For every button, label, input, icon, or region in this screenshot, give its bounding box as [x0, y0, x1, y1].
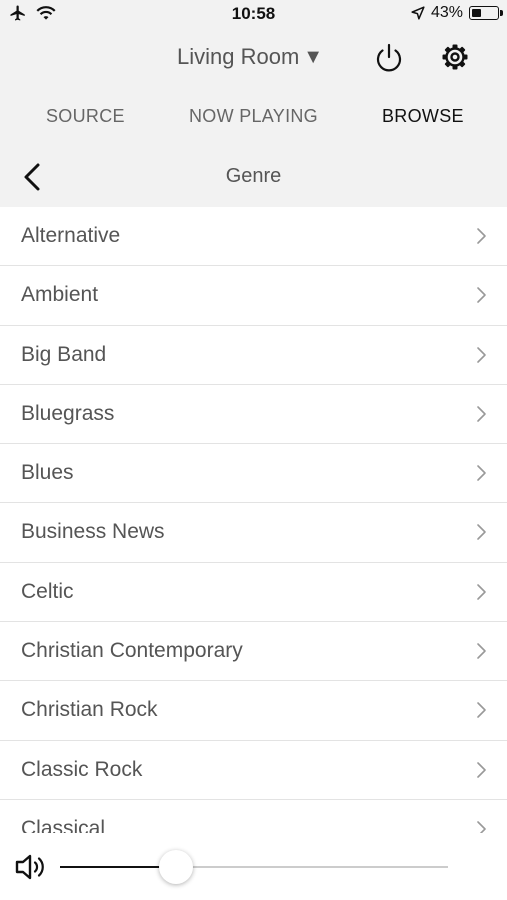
volume-slider-track[interactable]	[60, 866, 448, 868]
genre-label: Christian Rock	[21, 698, 158, 722]
genre-row[interactable]: Business News	[0, 503, 507, 563]
genre-row[interactable]: Christian Rock	[0, 681, 507, 741]
genre-row[interactable]: Celtic	[0, 562, 507, 623]
room-name: Living Room	[177, 44, 300, 69]
chevron-right-icon	[477, 643, 486, 659]
volume-bar	[0, 833, 507, 900]
chevron-right-icon	[477, 583, 486, 600]
genre-label: Alternative	[21, 224, 121, 247]
chevron-right-icon	[477, 702, 486, 719]
genre-label: Big Band	[21, 342, 107, 366]
chevron-right-icon	[477, 406, 486, 422]
genre-row[interactable]: Classic Rock	[0, 740, 507, 800]
battery-icon	[469, 6, 503, 20]
chevron-right-icon	[477, 228, 486, 244]
tab-source[interactable]: SOURCE	[46, 106, 125, 127]
chevron-right-icon	[477, 287, 486, 304]
location-arrow-icon	[411, 6, 425, 20]
speaker-icon[interactable]	[14, 852, 48, 882]
genre-label: Bluegrass	[21, 401, 115, 425]
chevron-right-icon	[477, 761, 486, 778]
genre-list: Alternative Ambient Big Band Bluegrass Blues…	[0, 207, 507, 833]
status-right: 43%	[411, 4, 503, 22]
power-icon[interactable]	[374, 42, 404, 74]
tab-bar: SOURCE NOW PLAYING BROWSE	[0, 106, 507, 132]
genre-row[interactable]: Christian Contemporary	[0, 622, 507, 682]
genre-row[interactable]: Big Band	[0, 325, 507, 385]
genre-row[interactable]: Alternative	[0, 207, 507, 267]
genre-row[interactable]: Ambient	[0, 266, 507, 326]
room-selector[interactable]: Living Room ▼	[177, 44, 323, 70]
genre-label: Christian Contemporary	[21, 639, 243, 663]
genre-label: Classic Rock	[21, 757, 143, 781]
genre-row[interactable]: Classical	[0, 799, 507, 833]
caret-down-icon: ▼	[303, 45, 324, 68]
genre-label: Ambient	[21, 283, 99, 307]
genre-row[interactable]: Blues	[0, 444, 507, 504]
genre-label: Celtic	[21, 579, 74, 603]
battery-percent: 43%	[430, 4, 463, 21]
genre-row[interactable]: Bluegrass	[0, 384, 507, 445]
volume-slider-handle[interactable]	[159, 850, 194, 884]
genre-label: Business News	[21, 520, 165, 544]
tab-browse[interactable]: BROWSE	[382, 106, 464, 127]
chevron-right-icon	[477, 821, 486, 833]
tab-now-playing[interactable]: NOW PLAYING	[189, 106, 318, 127]
chevron-right-icon	[477, 465, 486, 481]
page-title: Genre	[225, 165, 282, 187]
genre-label: Blues	[21, 461, 74, 485]
battery-fill	[472, 9, 481, 17]
genre-label: Classical	[21, 816, 106, 833]
chevron-right-icon	[477, 524, 486, 541]
gear-icon[interactable]	[440, 42, 470, 72]
status-bar: 10:58 43%	[0, 0, 507, 30]
chevron-right-icon	[477, 346, 486, 363]
